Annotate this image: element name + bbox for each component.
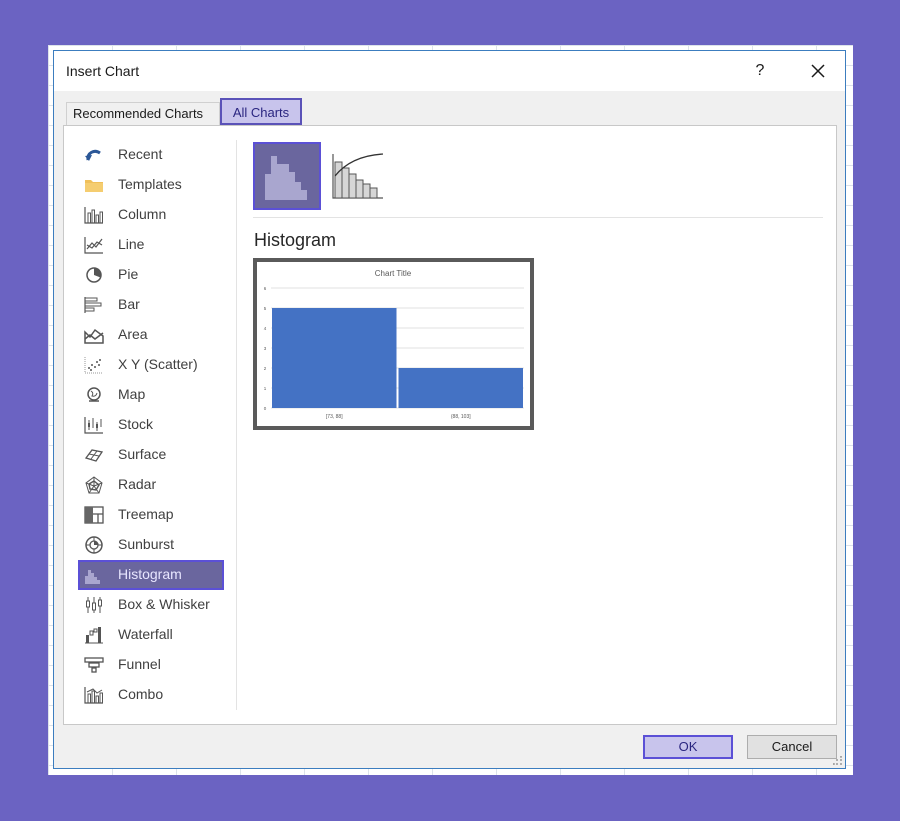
folder-icon: [85, 180, 103, 192]
chart-type-stock[interactable]: Stock: [78, 410, 224, 440]
panel-divider: [236, 140, 237, 710]
chart-type-label: Bar: [118, 296, 140, 312]
bar-chart-icon: [84, 297, 102, 313]
chart-type-templates[interactable]: Templates: [78, 170, 224, 200]
help-button[interactable]: ?: [744, 59, 776, 83]
combo-chart-icon: [84, 687, 103, 704]
chart-type-waterfall[interactable]: Waterfall: [78, 620, 224, 650]
preview-y-tick-label: 5: [264, 306, 267, 311]
pareto-subtype-icon: [332, 153, 384, 199]
chart-type-label: Waterfall: [118, 626, 173, 642]
chart-type-label: Histogram: [118, 566, 182, 582]
chart-type-list: Recent Templates Column Line Pie Bar Are…: [78, 140, 228, 710]
chart-type-label: Pie: [118, 266, 139, 282]
waterfall-icon: [85, 627, 103, 644]
preview-chart-title: Chart Title: [375, 269, 412, 278]
chart-type-label: Column: [118, 206, 167, 222]
chart-preview[interactable]: Chart Title 0 1 2 3 4 5 6 [73, 88] (88, 103]: [253, 258, 534, 430]
box-whisker-icon: [86, 597, 102, 613]
scatter-chart-icon: [84, 357, 103, 374]
preview-y-tick-label: 4: [264, 326, 267, 331]
recent-icon: [85, 149, 101, 161]
preview-bar: [398, 368, 523, 408]
chart-type-bar[interactable]: Bar: [78, 290, 224, 320]
preview-y-tick-label: 1: [264, 386, 267, 391]
preview-x-tick-label: (88, 103]: [451, 414, 471, 420]
chart-type-histogram[interactable]: Histogram: [78, 560, 224, 590]
histogram-subtype-icon: [265, 156, 307, 200]
chart-type-label: Area: [118, 326, 148, 342]
preview-y-tick-label: 2: [264, 366, 267, 371]
chart-type-area[interactable]: Area: [78, 320, 224, 350]
dialog-titlebar: Insert Chart ?: [54, 51, 845, 91]
selected-chart-name: Histogram: [254, 230, 337, 250]
chart-type-combo[interactable]: Combo: [78, 680, 224, 710]
chart-type-recent[interactable]: Recent: [78, 140, 224, 170]
chart-type-radar[interactable]: Radar: [78, 470, 224, 500]
all-charts-panel: Recent Templates Column Line Pie Bar Are…: [63, 125, 837, 725]
tab-recommended-charts[interactable]: Recommended Charts: [66, 102, 220, 126]
preview-x-tick-label: [73, 88]: [326, 414, 343, 420]
preview-bar: [272, 308, 397, 408]
funnel-icon: [84, 657, 104, 673]
subtype-histogram[interactable]: [253, 142, 321, 210]
close-button[interactable]: [800, 57, 836, 85]
preview-y-tick-label: 0: [264, 406, 267, 411]
globe-icon: [87, 387, 101, 402]
chart-type-column[interactable]: Column: [78, 200, 224, 230]
chart-type-label: Box & Whisker: [118, 596, 210, 612]
chart-type-box-whisker[interactable]: Box & Whisker: [78, 590, 224, 620]
chart-type-treemap[interactable]: Treemap: [78, 500, 224, 530]
pie-chart-icon: [86, 267, 102, 283]
chart-type-sunburst[interactable]: Sunburst: [78, 530, 224, 560]
preview-y-tick-label: 3: [264, 346, 267, 351]
ok-button[interactable]: OK: [643, 735, 733, 759]
chart-type-surface[interactable]: Surface: [78, 440, 224, 470]
chart-type-label: Templates: [118, 176, 182, 192]
preview-chart: Chart Title 0 1 2 3 4 5 6 [73, 88] (88, 103]: [264, 269, 524, 420]
chart-type-xy-scatter[interactable]: X Y (Scatter): [78, 350, 224, 380]
chart-type-label: Treemap: [118, 506, 174, 522]
stock-chart-icon: [84, 417, 103, 434]
chart-type-label: Stock: [118, 416, 154, 432]
chart-type-line[interactable]: Line: [78, 230, 224, 260]
dialog-title: Insert Chart: [66, 63, 140, 79]
sunburst-icon: [85, 536, 103, 554]
chart-type-label: Line: [118, 236, 145, 252]
chart-type-label: Map: [118, 386, 146, 402]
chart-type-label: Combo: [118, 686, 164, 702]
radar-chart-icon: [85, 476, 103, 494]
chart-type-label: Surface: [118, 446, 167, 462]
close-icon: [811, 64, 825, 78]
chart-type-map[interactable]: Map: [78, 380, 224, 410]
line-chart-icon: [84, 237, 103, 254]
chart-type-label: Funnel: [118, 656, 161, 672]
cancel-button[interactable]: Cancel: [747, 735, 837, 759]
chart-type-label: X Y (Scatter): [118, 356, 198, 372]
treemap-icon: [84, 506, 104, 524]
subtype-divider: [253, 217, 823, 218]
column-chart-icon: [84, 207, 103, 224]
surface-chart-icon: [84, 449, 104, 462]
chart-type-label: Recent: [118, 146, 163, 162]
insert-chart-dialog: Insert Chart ? Recommended Charts All Ch…: [53, 50, 846, 769]
subtype-pareto[interactable]: [327, 142, 395, 210]
tab-all-charts[interactable]: All Charts: [220, 98, 302, 125]
chart-type-label: Radar: [118, 476, 157, 492]
area-chart-icon: [84, 328, 104, 344]
chart-type-funnel[interactable]: Funnel: [78, 650, 224, 680]
histogram-icon: [85, 570, 100, 584]
resize-grip-icon[interactable]: [833, 756, 843, 766]
chart-type-pie[interactable]: Pie: [78, 260, 224, 290]
preview-y-tick-label: 6: [264, 286, 267, 291]
chart-type-label: Sunburst: [118, 536, 175, 552]
